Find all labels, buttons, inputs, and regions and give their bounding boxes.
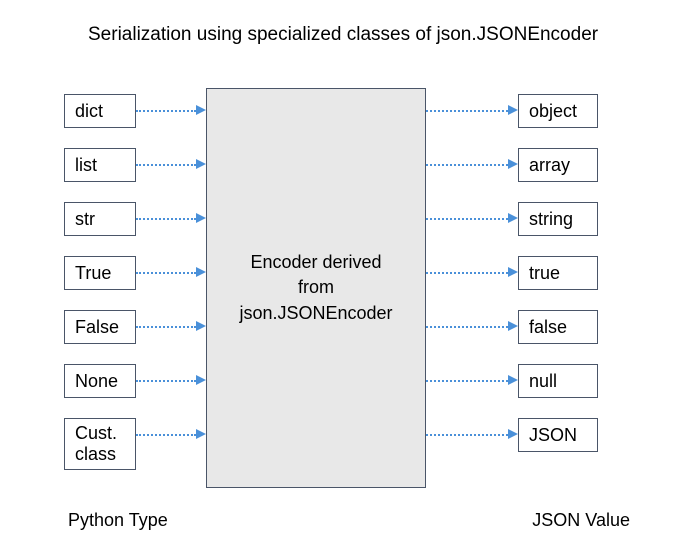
connector-right-2 [426,218,508,220]
connector-right-1 [426,164,508,166]
arrow-left-2 [196,213,206,223]
python-types-column: dict list str True False None Cust. clas… [64,94,144,490]
json-value-string: string [518,202,598,236]
arrow-left-6 [196,429,206,439]
encoder-line3: json.JSONEncoder [239,301,392,326]
json-value-true: true [518,256,598,290]
connector-right-5 [426,380,508,382]
python-type-dict: dict [64,94,136,128]
connector-right-0 [426,110,508,112]
python-type-none: None [64,364,136,398]
arrow-left-1 [196,159,206,169]
arrow-left-4 [196,321,206,331]
encoder-box: Encoder derived from json.JSONEncoder [206,88,426,488]
connector-left-6 [136,434,196,436]
encoder-line1: Encoder derived [250,250,381,275]
python-type-true: True [64,256,136,290]
json-values-column: object array string true false null JSON [518,94,598,472]
arrow-right-6 [508,429,518,439]
connector-left-3 [136,272,196,274]
python-type-label: Python Type [68,510,168,531]
arrow-left-3 [196,267,206,277]
arrow-right-5 [508,375,518,385]
connector-right-3 [426,272,508,274]
arrow-right-1 [508,159,518,169]
custom-class-line1: Cust. [75,423,117,444]
diagram-title: Serialization using specialized classes … [88,24,598,46]
arrow-right-4 [508,321,518,331]
connector-left-5 [136,380,196,382]
arrow-left-5 [196,375,206,385]
arrow-left-0 [196,105,206,115]
python-type-custom-class: Cust. class [64,418,136,470]
python-type-false: False [64,310,136,344]
connector-left-2 [136,218,196,220]
connector-right-6 [426,434,508,436]
json-value-false: false [518,310,598,344]
connector-left-1 [136,164,196,166]
connector-left-0 [136,110,196,112]
custom-class-line2: class [75,444,116,465]
connector-left-4 [136,326,196,328]
json-value-array: array [518,148,598,182]
json-value-label: JSON Value [532,510,630,531]
encoder-line2: from [298,275,334,300]
python-type-str: str [64,202,136,236]
json-value-object: object [518,94,598,128]
arrow-right-2 [508,213,518,223]
python-type-list: list [64,148,136,182]
json-value-null: null [518,364,598,398]
arrow-right-3 [508,267,518,277]
arrow-right-0 [508,105,518,115]
json-value-json: JSON [518,418,598,452]
connector-right-4 [426,326,508,328]
